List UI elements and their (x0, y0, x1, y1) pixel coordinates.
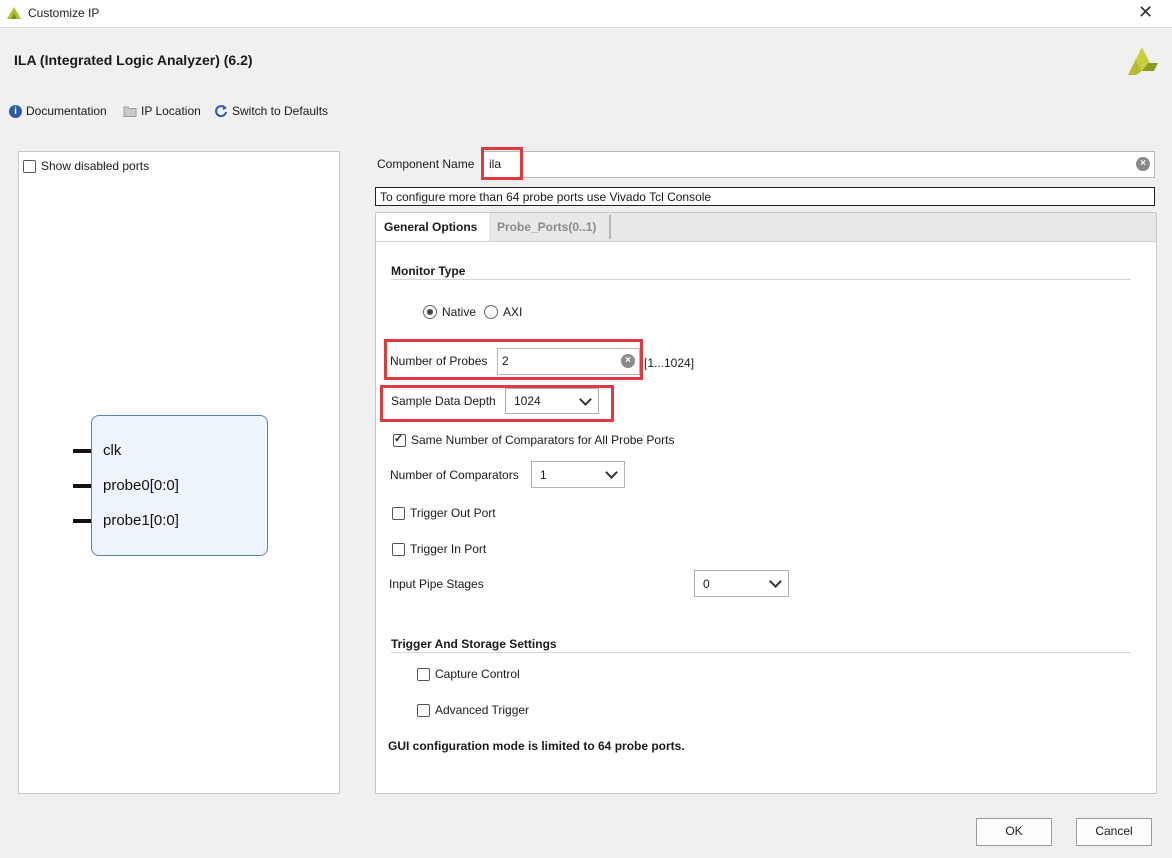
trigger-in-label: Trigger In Port (410, 542, 487, 556)
same-comparators-checkbox[interactable]: Same Number of Comparators for All Probe… (393, 432, 675, 447)
show-disabled-ports-label: Show disabled ports (41, 159, 150, 173)
trigger-out-checkbox[interactable]: Trigger Out Port (392, 506, 496, 520)
switch-defaults-button[interactable]: Switch to Defaults (214, 104, 328, 118)
options-panel: General Options Probe_Ports(0..1) Monito… (375, 212, 1157, 794)
checkbox-box[interactable] (393, 432, 406, 447)
pipe-stages-value: 0 (703, 576, 710, 591)
monitor-type-title: Monitor Type (391, 264, 466, 278)
highlight-component-name (481, 147, 523, 180)
num-comparators-dropdown[interactable]: 1 (531, 461, 625, 488)
num-comparators-label: Number of Comparators (390, 468, 519, 482)
chevron-down-icon (605, 466, 618, 479)
checkbox-box[interactable] (417, 703, 430, 717)
xilinx-logo-icon (1128, 47, 1158, 75)
port-probe1-line (73, 519, 91, 523)
trigger-in-checkbox[interactable]: Trigger In Port (392, 542, 486, 556)
ip-title: ILA (Integrated Logic Analyzer) (6.2) (14, 52, 253, 68)
ip-symbol: clk probe0[0:0] probe1[0:0] (91, 415, 268, 556)
show-disabled-ports-checkbox[interactable]: Show disabled ports (23, 159, 149, 173)
ip-location-button[interactable]: IP Location (123, 104, 201, 118)
window-title: Customize IP (28, 6, 100, 20)
capture-control-checkbox[interactable]: Capture Control (417, 667, 520, 681)
switch-defaults-label: Switch to Defaults (232, 104, 329, 118)
gui-note: GUI configuration mode is limited to 64 … (388, 739, 685, 753)
vivado-app-icon (7, 7, 21, 19)
pipe-stages-dropdown[interactable]: 0 (694, 570, 789, 597)
port-label-clk: clk (103, 442, 122, 459)
axi-label: AXI (503, 305, 523, 319)
ok-button[interactable]: OK (976, 818, 1052, 846)
highlight-sample-depth (380, 385, 614, 422)
radio-axi-dot[interactable] (484, 305, 498, 319)
tab-general-options[interactable]: General Options (376, 213, 489, 241)
monitor-type-separator (391, 279, 1131, 280)
folder-icon (123, 106, 137, 117)
chevron-down-icon (769, 575, 782, 588)
num-probes-range: [1...1024] (644, 356, 695, 370)
native-label: Native (442, 305, 477, 319)
num-comparators-value: 1 (540, 467, 547, 482)
checkbox-box[interactable] (417, 667, 430, 681)
native-radio[interactable]: Native (423, 305, 476, 319)
port-clk-line (73, 449, 91, 453)
clear-icon[interactable]: × (1136, 157, 1150, 171)
cancel-button[interactable]: Cancel (1076, 818, 1152, 846)
info-text: To configure more than 64 probe ports us… (380, 190, 712, 204)
same-comparators-label: Same Number of Comparators for All Probe… (411, 433, 675, 447)
documentation-button[interactable]: i Documentation (9, 104, 107, 118)
port-label-probe0: probe0[0:0] (103, 477, 179, 494)
port-probe0-line (73, 484, 91, 488)
advanced-trigger-checkbox[interactable]: Advanced Trigger (417, 703, 529, 717)
tab-strip: General Options Probe_Ports(0..1) (376, 213, 1156, 242)
info-icon: i (9, 104, 22, 118)
highlight-num-probes (384, 339, 643, 380)
tab-probe-ports[interactable]: Probe_Ports(0..1) (489, 213, 604, 241)
trigger-storage-separator (391, 652, 1131, 653)
trigger-out-label: Trigger Out Port (410, 506, 496, 520)
trigger-storage-title: Trigger And Storage Settings (391, 637, 557, 651)
capture-control-label: Capture Control (435, 667, 520, 681)
tab-divider (609, 215, 611, 239)
radio-native-dot[interactable] (423, 305, 437, 319)
checkbox-box[interactable] (23, 159, 36, 173)
symbol-panel: Show disabled ports clk probe0[0:0] prob… (18, 151, 340, 794)
close-icon[interactable]: ✕ (1138, 2, 1153, 23)
ip-location-label: IP Location (141, 104, 201, 118)
component-name-label: Component Name (377, 157, 475, 171)
info-bar: To configure more than 64 probe ports us… (375, 187, 1155, 206)
checkbox-box[interactable] (392, 506, 405, 520)
advanced-trigger-label: Advanced Trigger (435, 703, 530, 717)
checkbox-box[interactable] (392, 542, 405, 556)
documentation-label: Documentation (26, 104, 107, 118)
component-name-field[interactable]: ila × (483, 151, 1155, 178)
axi-radio[interactable]: AXI (484, 305, 522, 319)
title-bar: Customize IP ✕ (0, 0, 1172, 28)
port-label-probe1: probe1[0:0] (103, 512, 179, 529)
refresh-icon (215, 105, 227, 118)
pipe-stages-label: Input Pipe Stages (389, 577, 484, 591)
